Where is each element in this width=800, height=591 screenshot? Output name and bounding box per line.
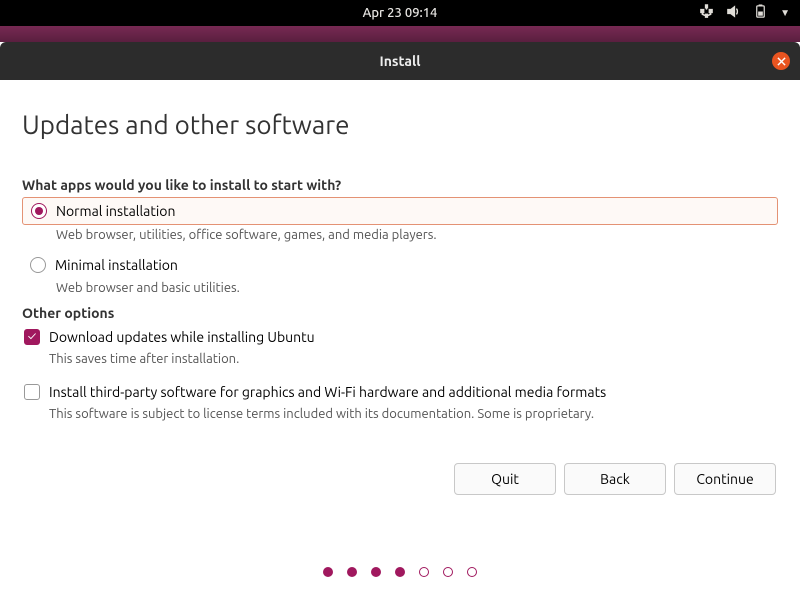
- pager-dot: [395, 567, 405, 577]
- progress-pager: [0, 567, 800, 577]
- radio-icon: [31, 203, 47, 219]
- battery-icon[interactable]: [753, 4, 768, 22]
- radio-label: Minimal installation: [55, 257, 178, 273]
- network-icon[interactable]: [699, 4, 714, 22]
- radio-minimal-installation[interactable]: Minimal installation: [22, 252, 778, 278]
- pager-dot: [443, 567, 453, 577]
- radio-icon: [30, 257, 46, 273]
- checkbox-download-updates[interactable]: Download updates while installing Ubuntu: [22, 325, 778, 349]
- apps-question: What apps would you like to install to s…: [22, 177, 778, 193]
- quit-button[interactable]: Quit: [454, 463, 556, 495]
- close-icon: [777, 53, 786, 69]
- pager-dot: [371, 567, 381, 577]
- page-title: Updates and other software: [22, 110, 778, 139]
- datetime-label: Apr 23 09:14: [363, 6, 438, 20]
- checkbox-icon: [24, 384, 40, 400]
- checkbox-third-party[interactable]: Install third-party software for graphic…: [22, 380, 778, 404]
- window-title: Install: [380, 53, 421, 69]
- download-updates-desc: This saves time after installation.: [49, 352, 778, 366]
- close-button[interactable]: [772, 52, 790, 70]
- pager-dot: [467, 567, 477, 577]
- button-row: Quit Back Continue: [22, 463, 778, 495]
- minimal-install-desc: Web browser and basic utilities.: [56, 281, 778, 295]
- radio-normal-installation[interactable]: Normal installation: [22, 197, 778, 225]
- checkbox-label: Install third-party software for graphic…: [49, 384, 606, 400]
- system-tray[interactable]: ▼: [699, 0, 790, 26]
- installer-content: Updates and other software What apps wou…: [0, 80, 800, 495]
- third-party-desc: This software is subject to license term…: [49, 407, 778, 421]
- normal-install-desc: Web browser, utilities, office software,…: [56, 228, 778, 242]
- pager-dot: [347, 567, 357, 577]
- other-options-heading: Other options: [22, 305, 778, 321]
- pager-dot: [419, 567, 429, 577]
- radio-label: Normal installation: [56, 203, 175, 219]
- continue-button[interactable]: Continue: [674, 463, 776, 495]
- window-titlebar: Install: [0, 42, 800, 80]
- checkbox-icon: [24, 329, 40, 345]
- volume-icon[interactable]: [726, 4, 741, 22]
- system-topbar: Apr 23 09:14 ▼: [0, 0, 800, 26]
- window-ribbon: [0, 26, 800, 42]
- pager-dot: [323, 567, 333, 577]
- back-button[interactable]: Back: [564, 463, 666, 495]
- tray-menu-caret[interactable]: ▼: [780, 7, 790, 19]
- checkbox-label: Download updates while installing Ubuntu: [49, 329, 315, 345]
